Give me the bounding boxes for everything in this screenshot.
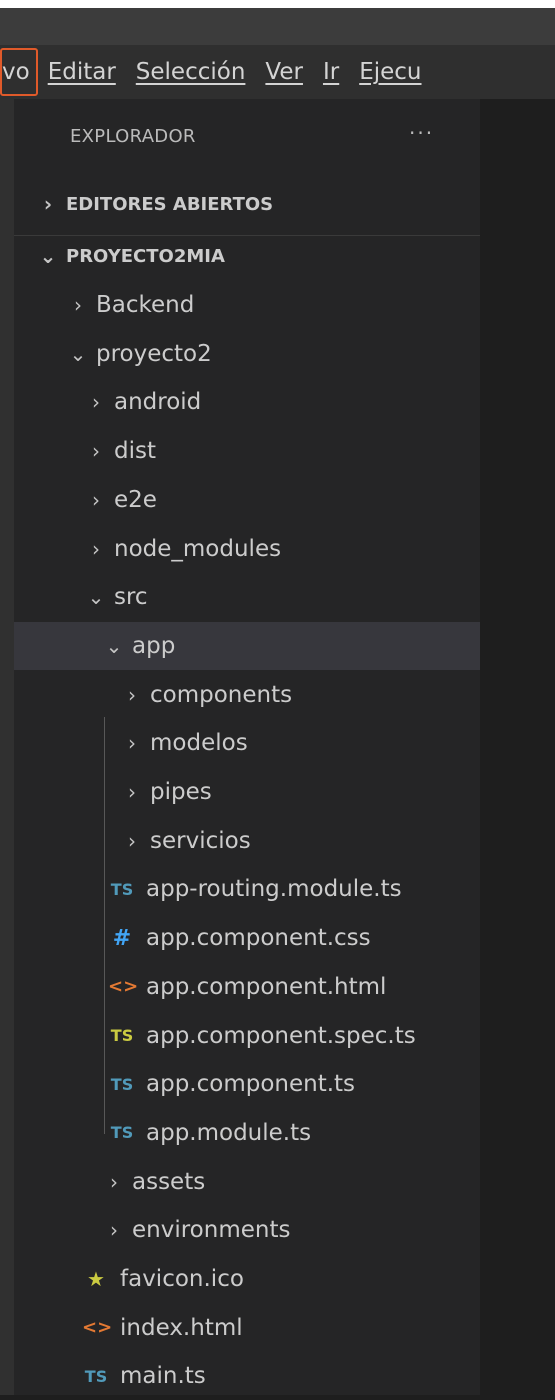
tree-item-label: favicon.ico [120,1266,244,1292]
chevron-right-icon: › [92,390,100,415]
chevron-right-icon: › [92,536,100,561]
tree-item-label: main.ts [120,1363,206,1390]
tree-item-label: app.module.ts [146,1119,312,1146]
tree-item-label: e2e [114,486,157,513]
typescript-file-icon: TS [84,1366,108,1386]
menu-ver[interactable]: Ver [255,50,313,94]
tree-item-label: components [150,681,293,708]
chevron-down-icon: ⌄ [105,633,123,658]
tree-item-label: app.component.spec.ts [146,1022,416,1049]
typescript-file-icon: TS [110,1074,134,1094]
tree-item-label: proyecto2 [96,340,212,367]
typescript-file-icon: TS [110,879,134,899]
tree-file[interactable]: TS main.ts [14,1352,480,1400]
tree-item-label: app [132,632,176,659]
indent-guide [104,717,105,1134]
section-project[interactable]: ⌄ PROYECTO2MIA [14,235,480,276]
activity-bar [0,99,14,1395]
editor-area [480,99,555,1395]
chevron-down-icon: ⌄ [87,585,105,610]
tree-folder[interactable]: › Backend [14,281,480,329]
chevron-right-icon: › [74,293,82,317]
tree-folder[interactable]: ⌄ src [14,573,480,621]
tree-item-label: app-routing.module.ts [146,876,402,903]
tree-folder[interactable]: › assets [14,1158,480,1206]
html-file-icon: <> [82,1317,113,1339]
chevron-down-icon: ⌄ [69,341,87,366]
chevron-right-icon: › [110,1218,118,1243]
chevron-right-icon: › [92,439,100,464]
tree-file[interactable]: ★ favicon.ico [14,1255,480,1303]
tree-item-label: app.component.html [146,973,387,1000]
tree-item-label: assets [132,1168,206,1195]
typescript-file-icon: TS [110,1123,134,1143]
tree-folder[interactable]: › android [14,378,480,426]
section-label: PROYECTO2MIA [66,245,225,267]
tree-folder[interactable]: › servicios [14,817,480,865]
tree-file[interactable]: # app.component.css [14,914,480,962]
menu-bar: vo Editar Selección Ver Ir Ejecu [0,45,555,99]
more-actions-icon[interactable]: ··· [409,121,434,145]
tree-file[interactable]: <> index.html [14,1304,480,1352]
tree-folder[interactable]: › modelos [14,719,480,767]
typescript-file-icon: TS [110,1026,134,1045]
tree-item-label: app.component.ts [146,1071,356,1098]
tree-item-label: servicios [150,827,251,854]
menu-ejecutar[interactable]: Ejecu [349,50,431,94]
tree-file[interactable]: TS app.component.ts [14,1060,480,1108]
tree-folder[interactable]: ⌄ proyecto2 [14,330,480,378]
chevron-right-icon: › [110,1169,118,1194]
tree-item-label: modelos [150,730,248,757]
tree-file[interactable]: <> app.component.html [14,963,480,1011]
title-bar [0,0,555,45]
menu-archivo[interactable]: vo [0,48,38,96]
html-file-icon: <> [108,976,139,998]
chevron-right-icon: › [92,487,100,512]
favicon-icon: ★ [87,1267,105,1291]
section-label: EDITORES ABIERTOS [66,193,274,215]
css-file-icon: # [112,925,132,951]
menu-editar[interactable]: Editar [38,50,126,94]
tree-folder[interactable]: › environments [14,1206,480,1254]
chevron-right-icon: › [128,828,136,853]
menu-ir[interactable]: Ir [313,50,349,94]
tree-item-label: environments [132,1217,291,1244]
tree-folder[interactable]: › e2e [14,476,480,524]
tree-item-label: node_modules [114,535,282,562]
tree-folder[interactable]: › node_modules [14,525,480,573]
tree-folder[interactable]: › dist [14,427,480,475]
explorer-title: EXPLORADOR [70,126,196,147]
tree-folder[interactable]: › components [14,671,480,719]
chevron-right-icon: › [128,780,136,804]
tree-item-label: pipes [150,779,212,805]
section-open-editors[interactable]: › EDITORES ABIERTOS [14,184,480,224]
chevron-right-icon: › [43,192,53,216]
tree-item-label: Backend [96,292,195,318]
menu-seleccion[interactable]: Selección [126,50,256,94]
explorer-sidebar: EXPLORADOR ··· › EDITORES ABIERTOS ⌄ PRO… [14,99,480,1395]
tree-item-label: dist [114,438,156,465]
chevron-right-icon: › [128,731,136,756]
tree-file[interactable]: TS app-routing.module.ts [14,865,480,913]
tree-file[interactable]: TS app.module.ts [14,1109,480,1157]
tree-folder[interactable]: ⌄ app [14,621,480,670]
chevron-right-icon: › [128,682,136,707]
tree-item-label: app.component.css [146,925,371,952]
tree-folder[interactable]: › pipes [14,768,480,816]
chevron-down-icon: ⌄ [39,244,57,268]
tree-item-label: android [114,389,202,416]
tree-item-label: index.html [120,1314,243,1341]
tree-file[interactable]: TS app.component.spec.ts [14,1012,480,1060]
tree-item-label: src [114,584,148,611]
